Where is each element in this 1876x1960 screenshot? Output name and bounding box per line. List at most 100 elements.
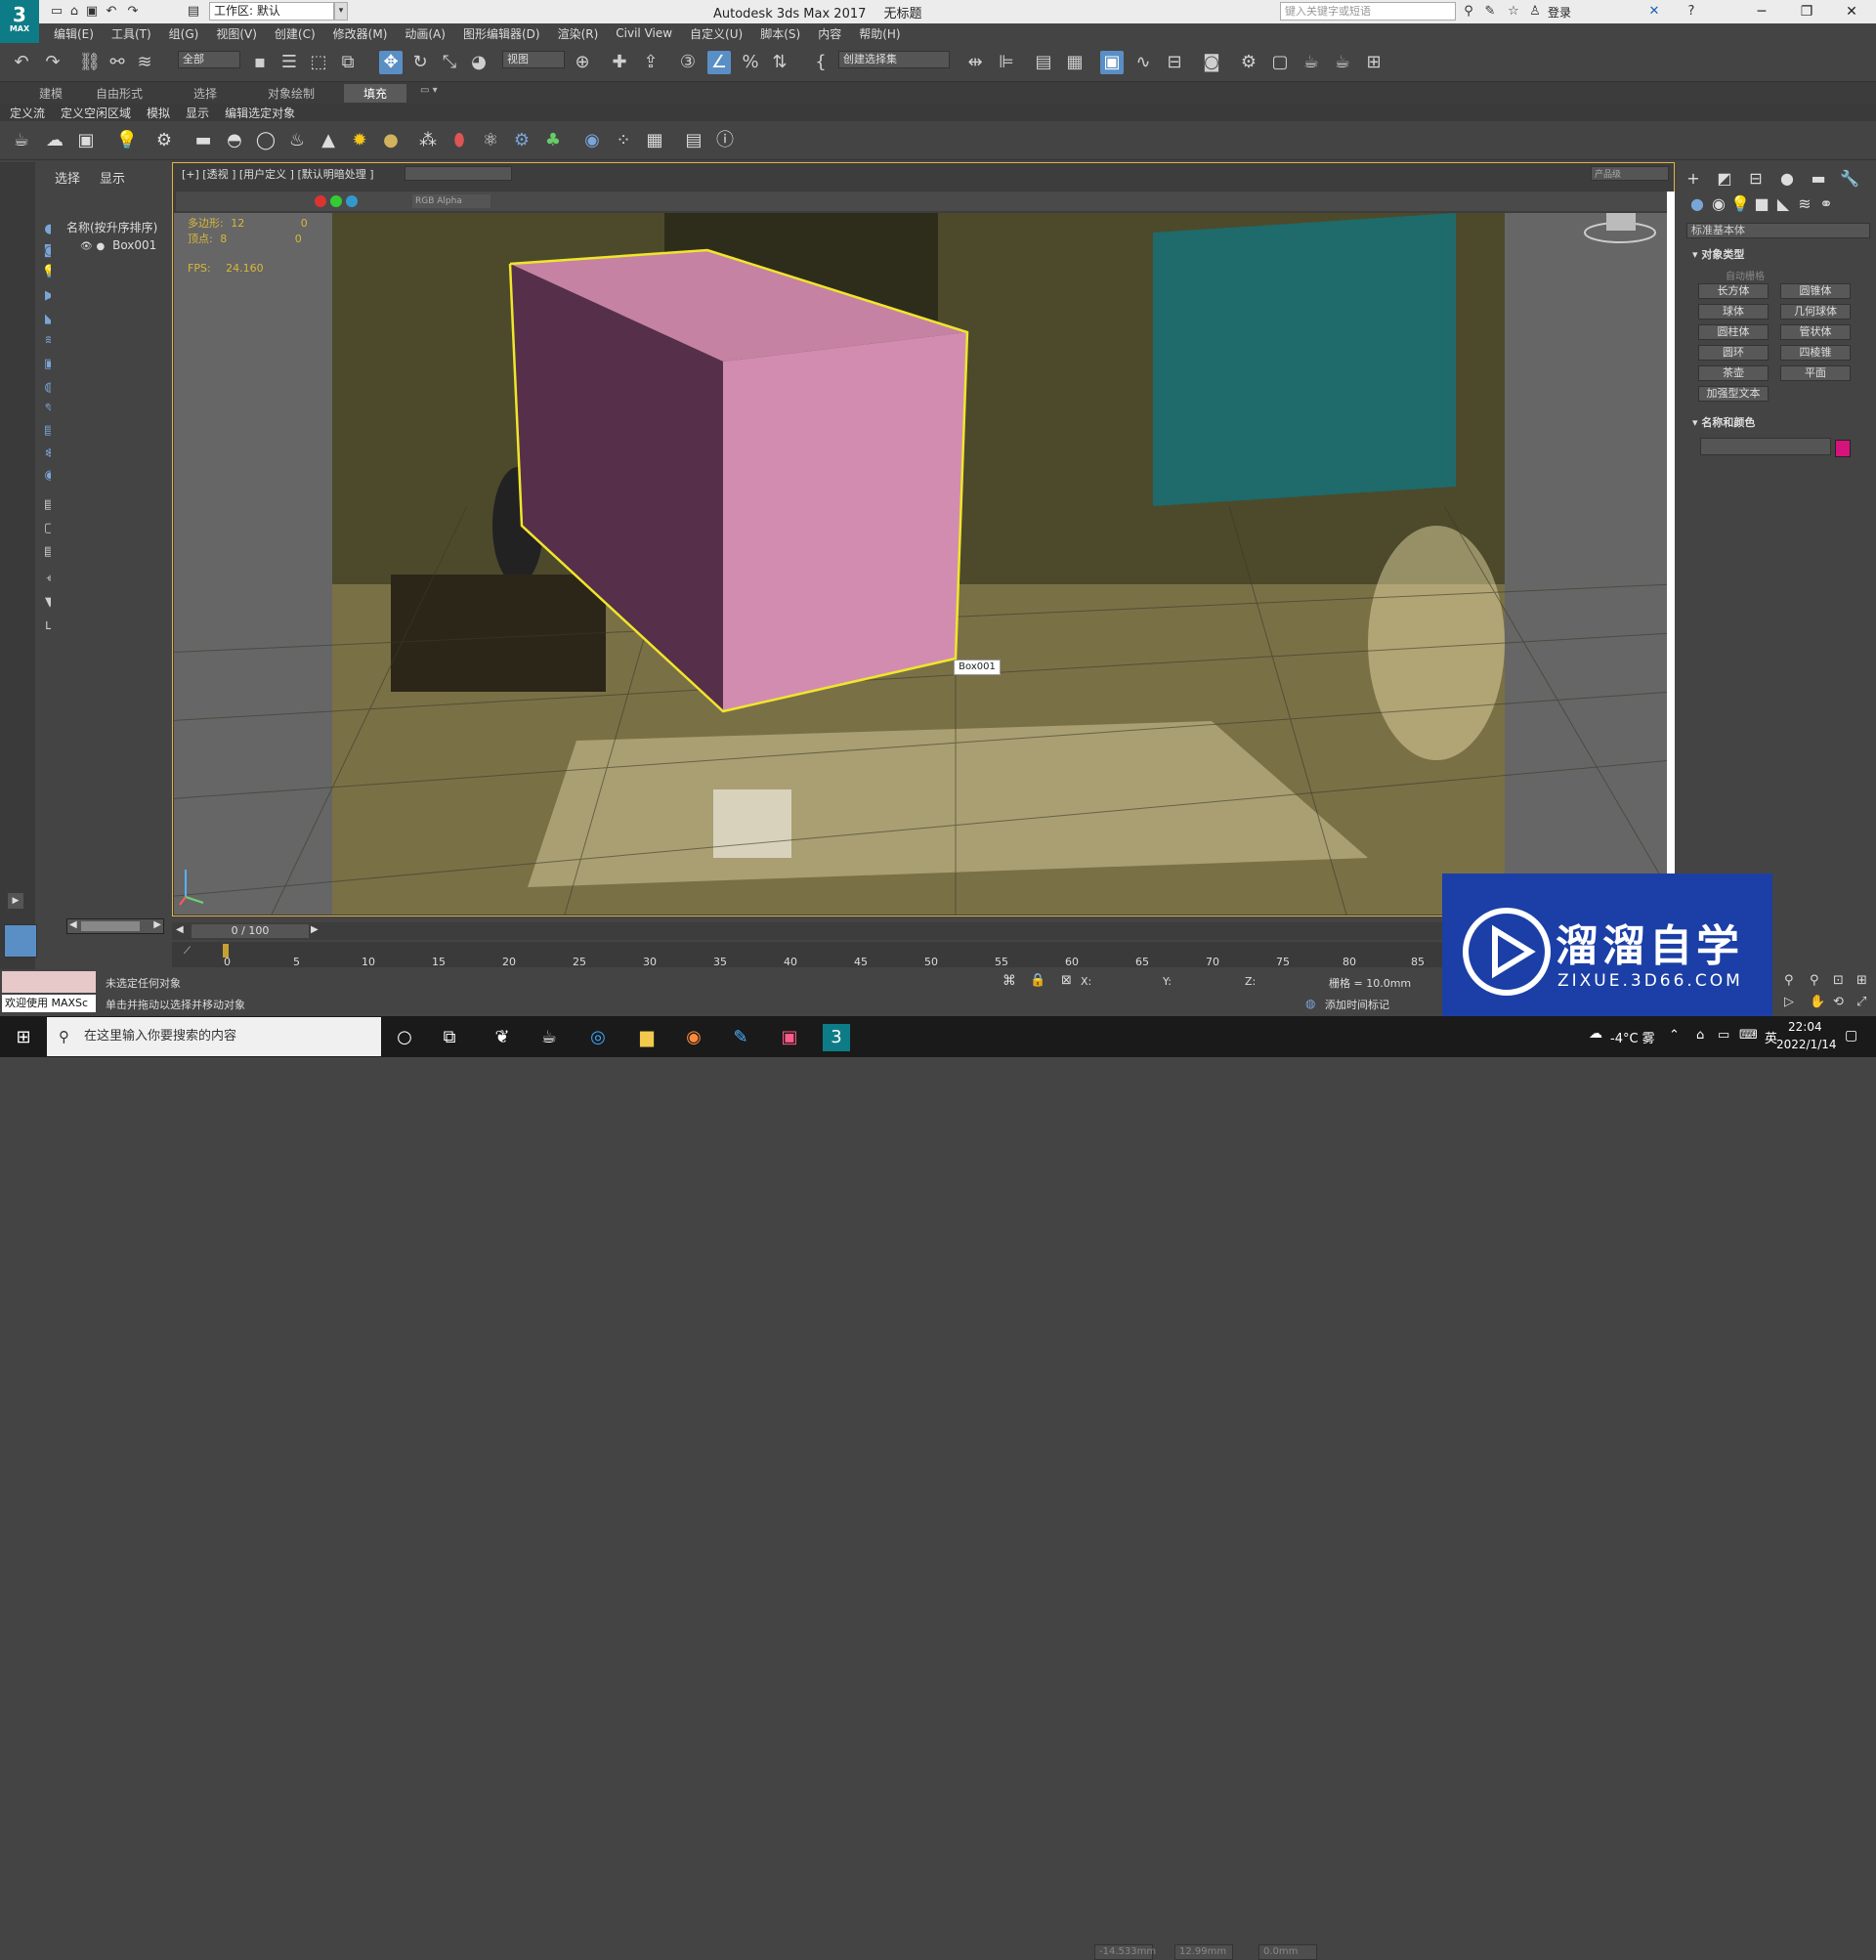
tab-modeling[interactable]: 建模 <box>39 85 63 102</box>
new-file-icon[interactable]: ▭ <box>49 4 64 20</box>
undo-icon[interactable]: ↶ <box>104 4 119 20</box>
select-by-name-icon[interactable]: ☰ <box>277 51 301 74</box>
spinner-snap-icon[interactable]: ⇅ <box>768 51 791 74</box>
blue-channel-icon[interactable] <box>346 195 358 207</box>
menu-item[interactable]: Civil View <box>607 26 681 40</box>
red-channel-icon[interactable] <box>315 195 326 207</box>
open-file-icon[interactable]: ⌂ <box>66 4 82 20</box>
menu-item[interactable]: 修改器(M) <box>324 25 397 42</box>
time-tag-icon[interactable]: ◍ <box>1305 997 1315 1010</box>
tube-button[interactable]: 管状体 <box>1780 324 1851 340</box>
select-scale-icon[interactable]: ⤡ <box>438 51 461 74</box>
redo-icon[interactable]: ↷ <box>125 4 141 20</box>
tray-up-icon[interactable]: ⌃ <box>1669 1028 1680 1043</box>
render-production-icon[interactable]: ☕ <box>1300 51 1323 74</box>
link-icon[interactable]: ⛓ <box>78 51 102 74</box>
weather-text[interactable]: -4°C 雾 <box>1610 1028 1655 1046</box>
keyword-search-input[interactable]: 键入关键字或短语 <box>1280 2 1456 21</box>
teapot-icon[interactable]: ☕ <box>10 129 33 152</box>
render-iterative-icon[interactable]: ☕ <box>1331 51 1354 74</box>
maximize-viewport-icon[interactable]: ⤢ <box>1856 995 1866 1009</box>
ribbon-group-label[interactable]: 模拟 <box>137 105 176 121</box>
textplus-button[interactable]: 加强型文本 <box>1698 386 1769 402</box>
app-pen-icon[interactable]: ✎ <box>727 1024 754 1051</box>
toggle-ribbon-icon[interactable]: ▣ <box>1100 51 1124 74</box>
isolate-selection-icon[interactable]: ⌘ <box>1002 973 1016 989</box>
app-bird-icon[interactable]: ❦ <box>489 1024 516 1051</box>
spacewarps-icon[interactable]: ≋ <box>1794 193 1815 215</box>
viewport-label[interactable]: [+] [透视 ] [用户定义 ] [默认明暗处理 ] <box>182 166 374 182</box>
menu-item[interactable]: 自定义(U) <box>681 25 751 42</box>
molecule-icon[interactable]: ⚛ <box>479 129 502 152</box>
box-front-face[interactable] <box>723 332 967 711</box>
notification-icon[interactable]: ▢ <box>1845 1028 1857 1044</box>
select-place-icon[interactable]: ◕ <box>467 51 490 74</box>
select-rotate-icon[interactable]: ↻ <box>408 51 432 74</box>
zoom-all-icon[interactable]: ⚲ <box>1810 973 1819 988</box>
expand-arrow-icon[interactable]: ▶ <box>8 893 23 909</box>
viewport-layout-icon[interactable] <box>4 924 37 958</box>
app-colorful-icon[interactable]: ▣ <box>776 1024 803 1051</box>
time-slider-thumb[interactable]: 0 / 100 <box>192 924 309 938</box>
menu-item[interactable]: 视图(V) <box>207 25 266 42</box>
utilities-tab-icon[interactable]: 🔧 <box>1839 168 1860 190</box>
app-logo[interactable]: 3 MAX <box>0 0 39 43</box>
clipboard-icon[interactable]: ▤ <box>682 129 705 152</box>
maximize-button[interactable]: ❐ <box>1784 0 1829 23</box>
sun-icon[interactable]: ✹ <box>348 129 371 152</box>
keyboard-shortcut-icon[interactable]: ⇪ <box>639 51 662 74</box>
unlink-icon[interactable]: ⚯ <box>106 51 129 74</box>
next-frame-icon[interactable]: ▶ <box>311 924 319 935</box>
help-icon[interactable]: ? <box>1683 3 1700 21</box>
green-channel-icon[interactable] <box>330 195 342 207</box>
add-time-tag[interactable]: 添加时间标记 <box>1325 997 1389 1012</box>
scroll-thumb[interactable] <box>81 921 140 931</box>
globe-icon[interactable]: ◉ <box>580 129 604 152</box>
cone-icon[interactable]: ▲ <box>317 129 340 152</box>
tab-object-paint[interactable]: 对象绘制 <box>268 85 315 102</box>
minimize-button[interactable]: ─ <box>1739 0 1784 23</box>
render-frame-icon[interactable]: ▦ <box>643 129 666 152</box>
render-setup-icon[interactable]: ⚙ <box>1237 51 1260 74</box>
object-category-dropdown[interactable]: 标准基本体 <box>1686 223 1870 238</box>
hierarchy-tab-icon[interactable]: ⊟ <box>1745 168 1767 190</box>
mirror-icon[interactable]: ⇹ <box>963 51 987 74</box>
material-editor-icon[interactable]: ◙ <box>1200 51 1223 74</box>
menu-item[interactable]: 内容 <box>809 25 850 42</box>
scroll-right-icon[interactable]: ▶ <box>153 919 161 930</box>
eye-icon[interactable]: 👁 <box>80 241 93 252</box>
plane-icon[interactable]: ▬ <box>192 129 215 152</box>
light-list-icon[interactable]: 💡 <box>115 129 139 152</box>
file-explorer-icon[interactable]: ▆ <box>633 1024 661 1051</box>
menu-item[interactable]: 创建(C) <box>266 25 324 42</box>
reference-coordinate-dropdown[interactable]: 视图 <box>502 51 565 68</box>
clock-date[interactable]: 2022/1/14 <box>1776 1038 1837 1051</box>
undo-icon[interactable]: ↶ <box>10 51 33 74</box>
image-icon[interactable]: ▣ <box>74 129 98 152</box>
percent-snap-icon[interactable]: % <box>739 51 762 74</box>
yellow-sphere-icon[interactable]: ● <box>379 129 403 152</box>
tab-selection[interactable]: 选择 <box>193 85 217 102</box>
3dsmax-taskbar-icon[interactable]: 3 <box>823 1024 850 1051</box>
close-button[interactable]: ✕ <box>1829 0 1874 23</box>
select-object-icon[interactable]: ▪ <box>248 51 272 74</box>
viewport-option-dropdown[interactable] <box>405 166 512 181</box>
menu-item[interactable]: 编辑(E) <box>45 25 103 42</box>
scene-explorer-icon[interactable]: ▤ <box>1032 51 1055 74</box>
particles-icon[interactable]: ⁂ <box>416 129 440 152</box>
project-folder-icon[interactable]: ▤ <box>186 4 201 20</box>
tray-network-icon[interactable]: ⌂ <box>1696 1028 1704 1043</box>
helpers-icon[interactable]: ◣ <box>1772 193 1794 215</box>
zoom-extents-icon[interactable]: ⊡ <box>1833 973 1844 988</box>
exchange-apps-icon[interactable]: ✕ <box>1645 3 1663 21</box>
ribbon-options-icon[interactable]: ▭ ▾ <box>420 85 438 96</box>
viewcube-icon[interactable] <box>1584 213 1656 243</box>
weather-icon[interactable]: ☁ <box>1589 1026 1602 1042</box>
workspace-dropdown-icon[interactable]: ▾ <box>334 2 348 21</box>
teapot-button[interactable]: 茶壶 <box>1698 365 1769 381</box>
edit-named-selection-icon[interactable]: { <box>809 51 832 74</box>
task-view-icon[interactable]: ⧉ <box>436 1024 463 1051</box>
create-tab-icon[interactable]: + <box>1683 168 1704 190</box>
curve-editor-icon[interactable]: ∿ <box>1131 51 1155 74</box>
rect-selection-icon[interactable]: ⬚ <box>307 51 330 74</box>
